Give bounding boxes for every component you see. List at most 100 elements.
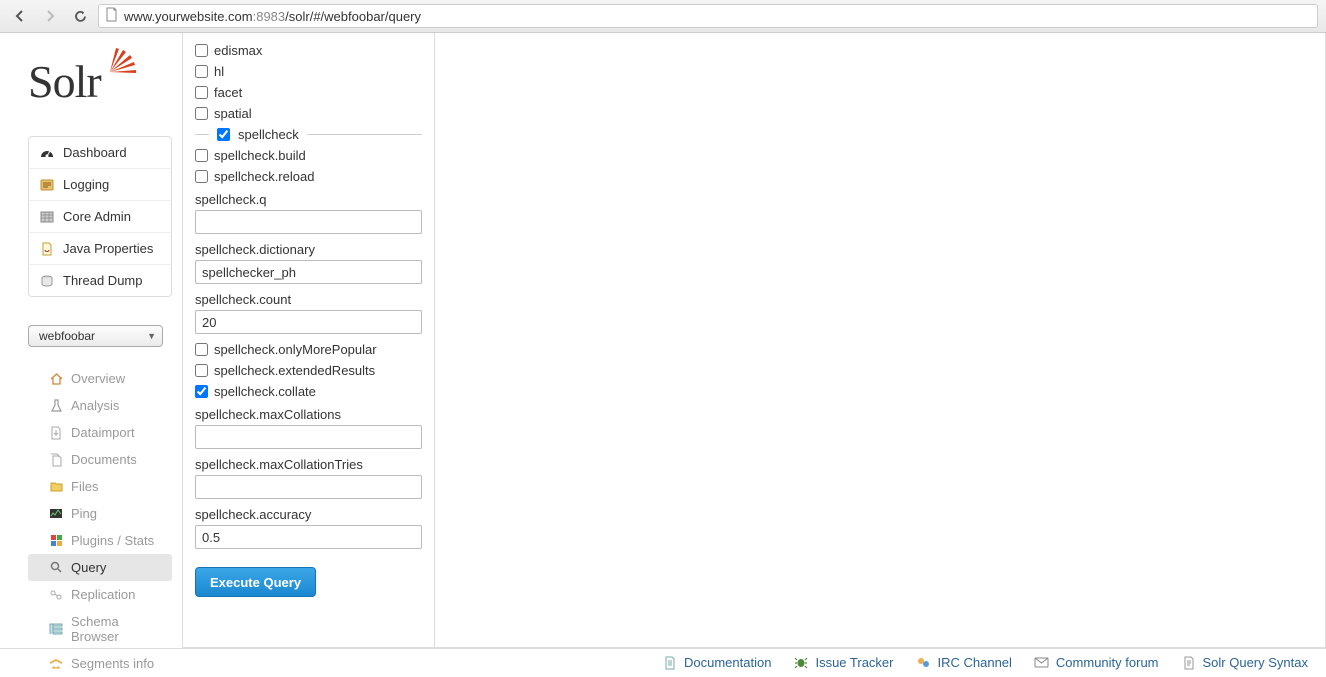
spatial-checkbox[interactable] bbox=[195, 107, 208, 120]
spellcheck-dictionary-label: spellcheck.dictionary bbox=[195, 242, 422, 257]
core-selector[interactable]: webfoobar ▼ bbox=[28, 325, 163, 347]
hl-checkbox[interactable] bbox=[195, 65, 208, 78]
core-admin-icon bbox=[39, 210, 55, 224]
logo: Solr bbox=[28, 55, 172, 108]
subnav-files[interactable]: Files bbox=[28, 473, 172, 500]
schema-icon bbox=[48, 622, 64, 636]
browser-toolbar: www.yourwebsite.com:8983/solr/#/webfooba… bbox=[0, 0, 1326, 33]
subnav-analysis[interactable]: Analysis bbox=[28, 392, 172, 419]
documents-icon bbox=[48, 453, 64, 467]
subnav-schema-label: Schema Browser bbox=[71, 614, 164, 644]
spellcheck-dictionary-input[interactable] bbox=[195, 260, 422, 284]
reload-button[interactable] bbox=[68, 4, 92, 28]
subnav-overview-label: Overview bbox=[71, 371, 125, 386]
subnav-schema[interactable]: Schema Browser bbox=[28, 608, 172, 650]
spellcheck-q-label: spellcheck.q bbox=[195, 192, 422, 207]
footer-syntax-label: Solr Query Syntax bbox=[1203, 655, 1309, 670]
ping-icon bbox=[48, 507, 64, 521]
spellcheck-extendedresults-checkbox[interactable] bbox=[195, 364, 208, 377]
spellcheck-q-input[interactable] bbox=[195, 210, 422, 234]
facet-label: facet bbox=[214, 85, 242, 100]
nav-logging[interactable]: Logging bbox=[29, 169, 171, 201]
spellcheck-maxcollationtries-input[interactable] bbox=[195, 475, 422, 499]
subnav-ping-label: Ping bbox=[71, 506, 97, 521]
subnav-replication-label: Replication bbox=[71, 587, 135, 602]
documentation-icon bbox=[662, 656, 678, 670]
home-icon bbox=[48, 372, 64, 386]
nav-java-props[interactable]: Java Properties bbox=[29, 233, 171, 265]
execute-query-button[interactable]: Execute Query bbox=[195, 567, 316, 597]
files-icon bbox=[48, 480, 64, 494]
edismax-label: edismax bbox=[214, 43, 262, 58]
java-props-icon bbox=[39, 242, 55, 256]
spellcheck-maxcollationtries-label: spellcheck.maxCollationTries bbox=[195, 457, 422, 472]
nav-thread-dump[interactable]: Thread Dump bbox=[29, 265, 171, 296]
query-form: edismax hl facet spatial spellcheck bbox=[183, 33, 435, 647]
footer-irc-label: IRC Channel bbox=[937, 655, 1011, 670]
subnav-dataimport-label: Dataimport bbox=[71, 425, 135, 440]
spellcheck-build-checkbox[interactable] bbox=[195, 149, 208, 162]
subnav-ping[interactable]: Ping bbox=[28, 500, 172, 527]
edismax-checkbox[interactable] bbox=[195, 44, 208, 57]
logo-mark-icon bbox=[103, 45, 137, 82]
results-panel bbox=[435, 33, 1325, 647]
url-path: /solr/#/webfoobar/query bbox=[285, 9, 421, 24]
nav-core-admin[interactable]: Core Admin bbox=[29, 201, 171, 233]
chevron-down-icon: ▼ bbox=[147, 331, 156, 341]
spellcheck-count-label: spellcheck.count bbox=[195, 292, 422, 307]
query-icon bbox=[48, 561, 64, 575]
forward-button[interactable] bbox=[38, 4, 62, 28]
subnav-documents[interactable]: Documents bbox=[28, 446, 172, 473]
facet-checkbox[interactable] bbox=[195, 86, 208, 99]
subnav-replication[interactable]: Replication bbox=[28, 581, 172, 608]
subnav-plugins-label: Plugins / Stats bbox=[71, 533, 154, 548]
footer-issue-tracker-label: Issue Tracker bbox=[815, 655, 893, 670]
url-bar[interactable]: www.yourwebsite.com:8983/solr/#/webfooba… bbox=[98, 4, 1318, 28]
spellcheck-onlymorepopular-label: spellcheck.onlyMorePopular bbox=[214, 342, 377, 357]
nav-dashboard-label: Dashboard bbox=[63, 145, 127, 160]
irc-icon bbox=[915, 656, 931, 670]
subnav-files-label: Files bbox=[71, 479, 98, 494]
subnav-documents-label: Documents bbox=[71, 452, 137, 467]
main-nav: Dashboard Logging Core Admin Java Proper… bbox=[28, 136, 172, 297]
dashboard-icon bbox=[39, 146, 55, 160]
subnav-query[interactable]: Query bbox=[28, 554, 172, 581]
nav-dashboard[interactable]: Dashboard bbox=[29, 137, 171, 169]
spellcheck-accuracy-input[interactable] bbox=[195, 525, 422, 549]
url-host: www.yourwebsite.com bbox=[124, 9, 253, 24]
bug-icon bbox=[793, 656, 809, 670]
spellcheck-reload-checkbox[interactable] bbox=[195, 170, 208, 183]
footer-documentation-label: Documentation bbox=[684, 655, 771, 670]
thread-dump-icon bbox=[39, 274, 55, 288]
back-button[interactable] bbox=[8, 4, 32, 28]
spatial-label: spatial bbox=[214, 106, 252, 121]
subnav-overview[interactable]: Overview bbox=[28, 365, 172, 392]
analysis-icon bbox=[48, 399, 64, 413]
spellcheck-build-label: spellcheck.build bbox=[214, 148, 306, 163]
spellcheck-checkbox[interactable] bbox=[217, 128, 230, 141]
url-port: :8983 bbox=[253, 9, 286, 24]
nav-core-admin-label: Core Admin bbox=[63, 209, 131, 224]
footer: Documentation Issue Tracker IRC Channel … bbox=[0, 648, 1326, 676]
plugins-icon bbox=[48, 534, 64, 548]
spellcheck-label: spellcheck bbox=[238, 127, 299, 142]
footer-syntax[interactable]: Solr Query Syntax bbox=[1181, 655, 1309, 670]
logo-text: Solr bbox=[28, 55, 101, 108]
page-icon bbox=[105, 7, 118, 25]
footer-issue-tracker[interactable]: Issue Tracker bbox=[793, 655, 893, 670]
footer-irc[interactable]: IRC Channel bbox=[915, 655, 1011, 670]
spellcheck-accuracy-label: spellcheck.accuracy bbox=[195, 507, 422, 522]
spellcheck-onlymorepopular-checkbox[interactable] bbox=[195, 343, 208, 356]
sidebar: Solr Dashboard bbox=[0, 33, 182, 648]
footer-forum-label: Community forum bbox=[1056, 655, 1159, 670]
spellcheck-reload-label: spellcheck.reload bbox=[214, 169, 314, 184]
content-area: edismax hl facet spatial spellcheck bbox=[182, 33, 1326, 648]
footer-forum[interactable]: Community forum bbox=[1034, 655, 1159, 670]
spellcheck-extendedresults-label: spellcheck.extendedResults bbox=[214, 363, 375, 378]
spellcheck-maxcollations-input[interactable] bbox=[195, 425, 422, 449]
spellcheck-count-input[interactable] bbox=[195, 310, 422, 334]
subnav-dataimport[interactable]: Dataimport bbox=[28, 419, 172, 446]
subnav-plugins[interactable]: Plugins / Stats bbox=[28, 527, 172, 554]
footer-documentation[interactable]: Documentation bbox=[662, 655, 771, 670]
spellcheck-collate-checkbox[interactable] bbox=[195, 385, 208, 398]
